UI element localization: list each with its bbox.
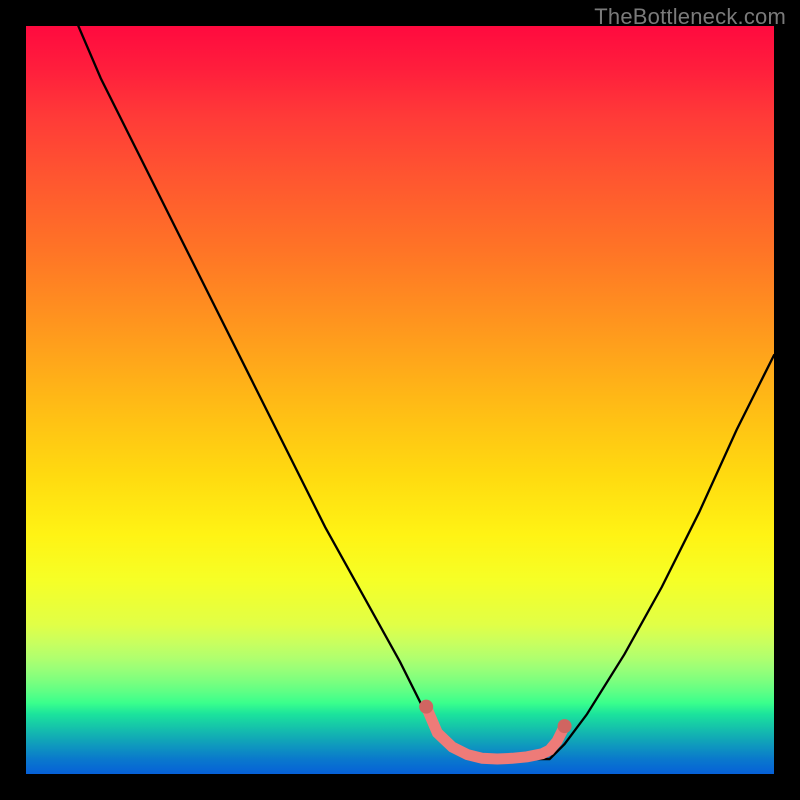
chart-overlay — [26, 26, 774, 774]
bottleneck-curve — [78, 26, 774, 759]
optimal-range-highlight — [426, 707, 564, 759]
chart-frame — [26, 26, 774, 774]
optimal-range-start-dot — [419, 700, 433, 714]
optimal-range-end-dot — [558, 719, 572, 733]
